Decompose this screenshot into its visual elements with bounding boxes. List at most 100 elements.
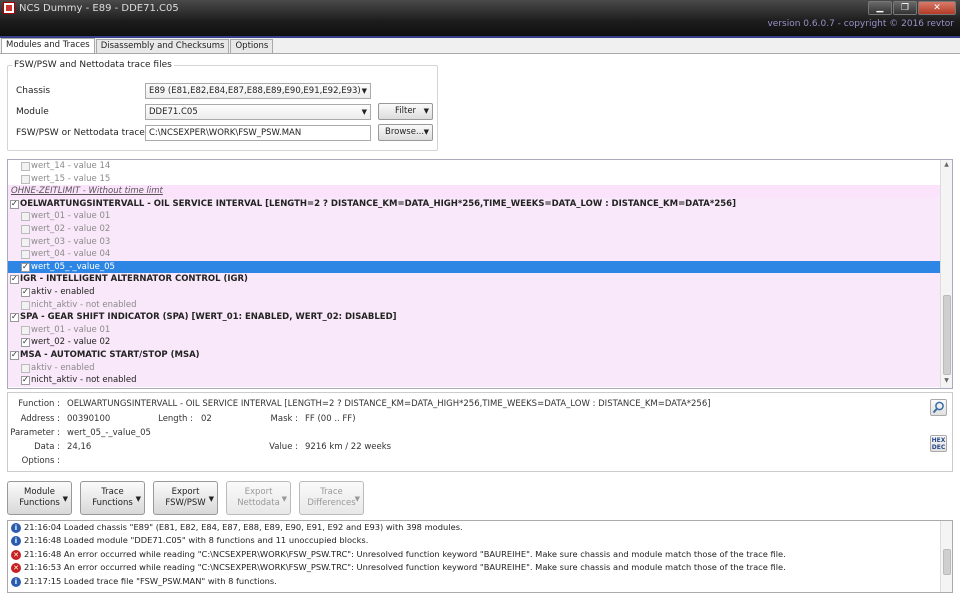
- row-label: wert_04 - value 04: [31, 249, 111, 260]
- parameter-row[interactable]: wert_14 - value 14: [8, 160, 941, 173]
- function-row[interactable]: IGR - INTELLIGENT ALTERNATOR CONTROL (IG…: [8, 273, 941, 286]
- button-line1: Module: [24, 487, 55, 497]
- address-label: Address :: [20, 414, 60, 424]
- error-icon: ✕: [11, 549, 21, 560]
- value-label: Value :: [269, 442, 298, 452]
- row-label: wert_01 - value 01: [31, 324, 111, 335]
- group-title: FSW/PSW and Nettodata trace files: [12, 60, 174, 70]
- tab-strip: Modules and Traces Disassembly and Check…: [1, 38, 274, 53]
- chassis-select[interactable]: E89 (E81,E82,E84,E87,E88,E89,E90,E91,E92…: [145, 83, 371, 99]
- app-icon: [3, 2, 15, 14]
- browse-button[interactable]: Browse... ▼: [378, 124, 433, 141]
- tree-scrollbar[interactable]: ▲ ▼: [940, 160, 952, 388]
- parameter-row[interactable]: wert_01 - value 01: [8, 323, 941, 337]
- row-label: aktiv - enabled: [31, 286, 95, 297]
- parameter-row[interactable]: wert_03 - value 03: [8, 235, 941, 249]
- parameter-row[interactable]: aktiv - enabled: [8, 285, 941, 299]
- chevron-down-icon: ▼: [423, 107, 429, 115]
- hex-dec-toggle-button[interactable]: HEX DEC: [930, 435, 947, 452]
- checkbox[interactable]: [21, 325, 30, 335]
- function-row[interactable]: OELWARTUNGSINTERVALL - OIL SERVICE INTER…: [8, 197, 941, 210]
- row-label: MSA - AUTOMATIC START/STOP (MSA): [20, 349, 200, 360]
- parameter-row[interactable]: nicht_aktiv - not enabled: [8, 298, 941, 312]
- chevron-down-icon: ▼: [361, 87, 367, 95]
- module-value: DDE71.C05: [149, 107, 198, 117]
- length-value: 02: [201, 414, 212, 424]
- length-label: Length :: [158, 414, 193, 424]
- checkbox[interactable]: [21, 286, 30, 299]
- filter-button[interactable]: Filter ▼: [378, 103, 433, 120]
- checkbox[interactable]: [21, 336, 30, 349]
- checkbox[interactable]: [10, 273, 19, 286]
- checkbox[interactable]: [10, 311, 19, 324]
- parameter-row[interactable]: wert_05_-_value_05: [8, 260, 941, 273]
- scroll-thumb[interactable]: [943, 295, 951, 375]
- checkbox[interactable]: [21, 212, 30, 222]
- minimize-button[interactable]: ▁: [868, 1, 892, 15]
- log-scrollbar[interactable]: [940, 521, 952, 592]
- parameter-row[interactable]: aktiv - enabled: [8, 361, 941, 375]
- trace-path-field[interactable]: C:\NCSEXPER\WORK\FSW_PSW.MAN: [145, 125, 371, 141]
- info-icon: i: [11, 576, 21, 587]
- module-select[interactable]: DDE71.C05 ▼: [145, 104, 371, 120]
- checkbox[interactable]: [21, 300, 30, 310]
- log-text: 21:16:48 An error occurred while reading…: [24, 548, 786, 559]
- tab-modules-and-traces[interactable]: Modules and Traces: [1, 38, 95, 53]
- checkbox[interactable]: [21, 261, 30, 273]
- button-line1: Export: [171, 487, 200, 497]
- title-bar: NCS Dummy - E89 - DDE71.C05 ▁ ❐ ✕ versio…: [0, 0, 960, 36]
- parameter-row[interactable]: wert_04 - value 04: [8, 248, 941, 261]
- button-line1: Export: [244, 487, 273, 497]
- parameter-row[interactable]: nicht_aktiv - not enabled: [8, 374, 941, 387]
- parameter-row[interactable]: wert_01 - value 01: [8, 210, 941, 223]
- export-nettodata-button[interactable]: Export Nettodata ▼: [226, 481, 291, 515]
- chevron-down-icon: ▼: [423, 128, 429, 136]
- address-value: 00390100: [67, 414, 111, 424]
- checkbox[interactable]: [21, 374, 30, 387]
- checkbox[interactable]: [21, 250, 30, 260]
- title-left: NCS Dummy - E89 - DDE71.C05: [3, 2, 179, 14]
- checkbox[interactable]: [21, 363, 30, 373]
- module-functions-button[interactable]: Module Functions ▼: [7, 481, 72, 515]
- chevron-down-icon: ▼: [361, 108, 367, 116]
- row-label: wert_15 - value 15: [31, 173, 111, 184]
- trace-differences-button[interactable]: Trace Differences ▼: [299, 481, 364, 515]
- chevron-down-icon: ▼: [62, 495, 68, 503]
- scroll-up-icon[interactable]: ▲: [941, 161, 952, 171]
- parameter-row[interactable]: wert_02 - value 02: [8, 336, 941, 349]
- checkbox[interactable]: [21, 174, 30, 184]
- function-row[interactable]: MSA - AUTOMATIC START/STOP (MSA): [8, 348, 941, 362]
- function-row[interactable]: SPA - GEAR SHIFT INDICATOR (SPA) [WERT_0…: [8, 311, 941, 324]
- chassis-label: Chassis: [16, 86, 51, 96]
- filter-label: Filter: [395, 106, 417, 116]
- trace-functions-button[interactable]: Trace Functions ▼: [80, 481, 145, 515]
- checkbox[interactable]: [21, 162, 30, 171]
- parameter-value: wert_05_-_value_05: [67, 428, 151, 438]
- parameter-row[interactable]: wert_15 - value 15: [8, 172, 941, 186]
- row-label: wert_01 - value 01: [31, 211, 111, 222]
- close-button[interactable]: ✕: [918, 1, 956, 15]
- function-tree[interactable]: wert_14 - value 14 wert_15 - value 15 OHNE…: [7, 159, 953, 389]
- log-entry: ✕ 21:16:53 An error occurred while readin…: [8, 561, 952, 574]
- row-label: aktiv - enabled: [31, 362, 95, 373]
- checkbox[interactable]: [10, 349, 19, 362]
- version-text: version 0.6.0.7 - copyright © 2016 revto…: [767, 19, 954, 29]
- scroll-thumb[interactable]: [943, 549, 951, 575]
- options-label: Options :: [21, 456, 60, 466]
- tab-options[interactable]: Options: [230, 39, 274, 53]
- parameter-row[interactable]: wert_02 - value 02: [8, 222, 941, 236]
- maximize-button[interactable]: ❐: [893, 1, 917, 15]
- log-panel[interactable]: i 21:16:04 Loaded chassis "E89" (E81, E82…: [7, 520, 953, 593]
- checkbox[interactable]: [10, 198, 19, 210]
- error-icon: ✕: [11, 563, 21, 574]
- search-icon[interactable]: [930, 399, 947, 416]
- row-label: wert_14 - value 14: [31, 161, 111, 171]
- export-fsw-psw-button[interactable]: Export FSW/PSW ▼: [153, 481, 218, 515]
- info-icon: i: [11, 536, 21, 547]
- checkbox[interactable]: [21, 224, 30, 234]
- tab-disassembly-and-checksums[interactable]: Disassembly and Checksums: [95, 39, 230, 53]
- parameter-label: Parameter :: [10, 428, 60, 438]
- chevron-down-icon: ▼: [208, 495, 214, 503]
- checkbox[interactable]: [21, 237, 30, 247]
- scroll-down-icon[interactable]: ▼: [941, 377, 952, 387]
